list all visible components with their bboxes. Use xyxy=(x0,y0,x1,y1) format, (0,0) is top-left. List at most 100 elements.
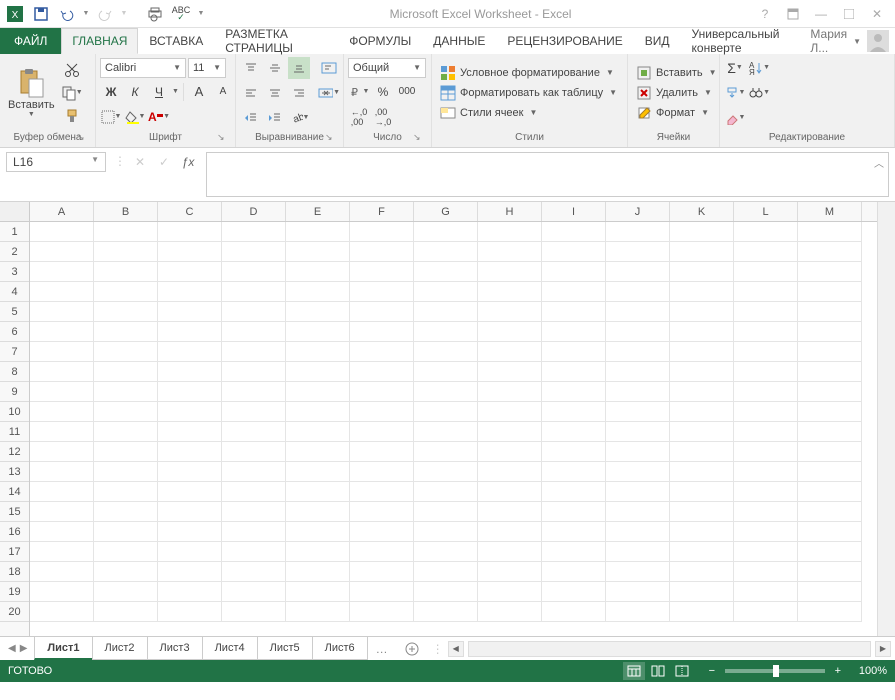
cell[interactable] xyxy=(542,282,606,302)
cell[interactable] xyxy=(350,442,414,462)
cell[interactable] xyxy=(350,382,414,402)
cell[interactable] xyxy=(542,522,606,542)
cell[interactable] xyxy=(286,602,350,622)
cell[interactable] xyxy=(94,562,158,582)
cell[interactable] xyxy=(286,402,350,422)
cell[interactable] xyxy=(158,582,222,602)
cell[interactable] xyxy=(94,382,158,402)
cell[interactable] xyxy=(606,262,670,282)
cell[interactable] xyxy=(542,362,606,382)
row-header[interactable]: 9 xyxy=(0,382,29,402)
cell[interactable] xyxy=(734,382,798,402)
cell[interactable] xyxy=(670,282,734,302)
cell[interactable] xyxy=(350,222,414,242)
cell[interactable] xyxy=(542,222,606,242)
cell[interactable] xyxy=(414,322,478,342)
cell[interactable] xyxy=(670,602,734,622)
cell[interactable] xyxy=(30,582,94,602)
cell[interactable] xyxy=(30,542,94,562)
number-format-combo[interactable]: Общий▼ xyxy=(348,58,426,78)
cell[interactable] xyxy=(414,262,478,282)
cell[interactable] xyxy=(798,322,862,342)
cell[interactable] xyxy=(798,422,862,442)
tab-insert[interactable]: ВСТАВКА xyxy=(138,28,214,54)
cell[interactable] xyxy=(158,242,222,262)
column-header[interactable]: H xyxy=(478,202,542,221)
cell[interactable] xyxy=(542,482,606,502)
cell[interactable] xyxy=(734,242,798,262)
cell[interactable] xyxy=(286,482,350,502)
cell[interactable] xyxy=(350,282,414,302)
redo-button[interactable] xyxy=(94,3,116,25)
cell[interactable] xyxy=(222,382,286,402)
cell[interactable] xyxy=(94,502,158,522)
cell[interactable] xyxy=(478,322,542,342)
fill-color-button[interactable]: ▼ xyxy=(124,106,146,128)
cell[interactable] xyxy=(30,362,94,382)
tab-review[interactable]: РЕЦЕНЗИРОВАНИЕ xyxy=(496,28,633,54)
cell[interactable] xyxy=(222,542,286,562)
cell[interactable] xyxy=(158,322,222,342)
cell[interactable] xyxy=(94,462,158,482)
cell[interactable] xyxy=(350,422,414,442)
delete-cells-button[interactable]: Удалить▼ xyxy=(632,84,715,102)
cell[interactable] xyxy=(734,362,798,382)
cell[interactable] xyxy=(606,502,670,522)
cell[interactable] xyxy=(798,242,862,262)
cell[interactable] xyxy=(798,302,862,322)
cell[interactable] xyxy=(478,262,542,282)
underline-button[interactable]: Ч xyxy=(148,81,170,103)
cell[interactable] xyxy=(542,442,606,462)
maximize-button[interactable] xyxy=(839,4,859,24)
format-as-table-button[interactable]: Форматировать как таблицу▼ xyxy=(436,84,623,102)
column-header[interactable]: G xyxy=(414,202,478,221)
column-header[interactable]: L xyxy=(734,202,798,221)
copy-button[interactable]: ▼ xyxy=(61,82,83,104)
cell[interactable] xyxy=(542,342,606,362)
cell[interactable] xyxy=(350,302,414,322)
cell[interactable] xyxy=(478,302,542,322)
cell[interactable] xyxy=(414,222,478,242)
fill-button[interactable]: ▼ xyxy=(724,82,746,104)
row-header[interactable]: 7 xyxy=(0,342,29,362)
cell[interactable] xyxy=(542,382,606,402)
new-sheet-button[interactable] xyxy=(396,637,428,660)
cut-button[interactable] xyxy=(61,59,83,81)
cell[interactable] xyxy=(94,242,158,262)
cell[interactable] xyxy=(350,602,414,622)
cell[interactable] xyxy=(30,522,94,542)
row-header[interactable]: 6 xyxy=(0,322,29,342)
cell[interactable] xyxy=(286,542,350,562)
tab-formulas[interactable]: ФОРМУЛЫ xyxy=(338,28,422,54)
autosum-button[interactable]: Σ▼ xyxy=(724,57,746,79)
row-header[interactable]: 4 xyxy=(0,282,29,302)
cell[interactable] xyxy=(478,242,542,262)
close-button[interactable]: ✕ xyxy=(867,4,887,24)
sheet-tab[interactable]: Лист1 xyxy=(34,637,92,660)
cell[interactable] xyxy=(542,402,606,422)
cell[interactable] xyxy=(286,282,350,302)
cell[interactable] xyxy=(94,602,158,622)
comma-button[interactable]: 000 xyxy=(396,81,418,103)
cell[interactable] xyxy=(734,602,798,622)
cell[interactable] xyxy=(30,442,94,462)
user-name[interactable]: Мария Л... xyxy=(810,27,847,55)
cell[interactable] xyxy=(542,602,606,622)
tab-data[interactable]: ДАННЫЕ xyxy=(422,28,496,54)
cell[interactable] xyxy=(606,302,670,322)
cell[interactable] xyxy=(30,322,94,342)
cell[interactable] xyxy=(734,342,798,362)
cell[interactable] xyxy=(350,262,414,282)
paste-button[interactable]: Вставить ▼ xyxy=(4,65,59,120)
cell[interactable] xyxy=(606,462,670,482)
cell[interactable] xyxy=(606,582,670,602)
sheet-tab[interactable]: Лист6 xyxy=(312,637,368,660)
cell[interactable] xyxy=(734,462,798,482)
cell[interactable] xyxy=(606,342,670,362)
cell[interactable] xyxy=(350,342,414,362)
cell[interactable] xyxy=(478,382,542,402)
cell[interactable] xyxy=(222,222,286,242)
cell[interactable] xyxy=(158,602,222,622)
cell[interactable] xyxy=(798,602,862,622)
tab-home[interactable]: ГЛАВНАЯ xyxy=(61,28,138,54)
